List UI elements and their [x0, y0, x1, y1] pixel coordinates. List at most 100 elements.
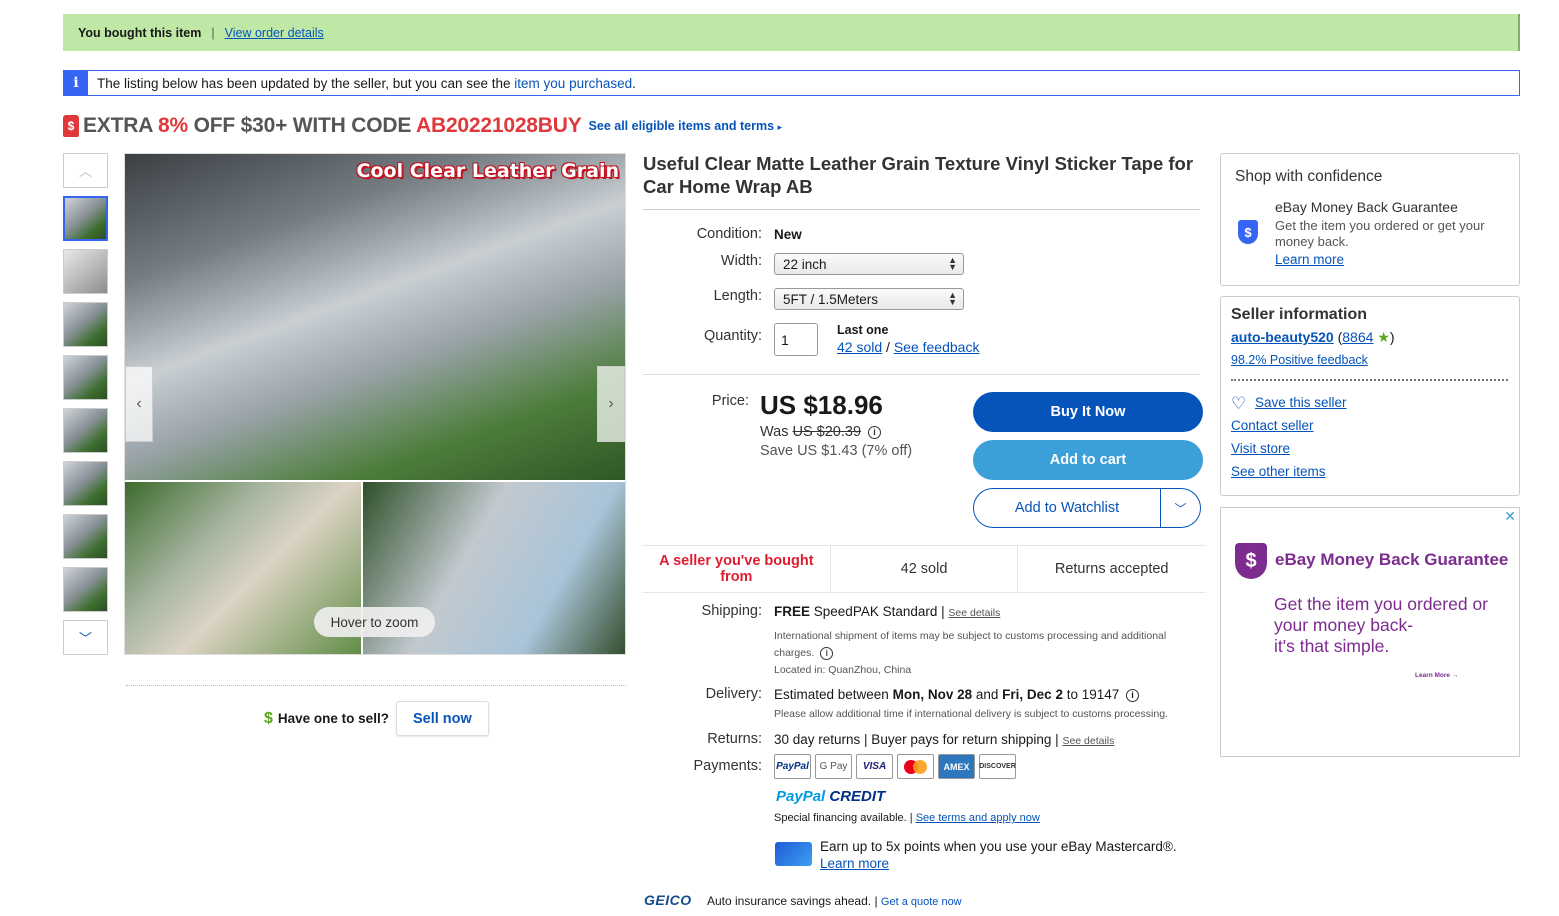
savings-text: Save US $1.43 (7% off) [760, 443, 913, 459]
buy-it-now-button[interactable]: Buy It Now [973, 392, 1203, 432]
thumbnail[interactable] [63, 514, 108, 559]
product-photo-top: Cool Clear Leather Grain [125, 154, 625, 480]
financing-row: Special financing available. | See terms… [774, 812, 1040, 824]
geico-quote-link[interactable]: Get a quote now [881, 896, 962, 908]
confidence-title: Shop with confidence [1235, 168, 1383, 185]
info-icon: i [64, 71, 88, 95]
eligible-items-link[interactable]: See all eligible items and terms ▸ [589, 119, 783, 133]
hover-to-zoom-hint: Hover to zoom [314, 607, 435, 637]
eligible-link-text: See all eligible items and terms [588, 119, 775, 133]
shield-icon: $ [1238, 220, 1258, 244]
financing-text: Special financing available. | [774, 812, 913, 824]
sold-count-link[interactable]: 42 sold [837, 339, 882, 355]
intl-shipping-note: International shipment of items may be s… [774, 628, 1194, 662]
original-price: US $20.39 [792, 424, 862, 440]
thumbnail[interactable] [63, 249, 108, 294]
google-pay-icon: G Pay [815, 754, 852, 779]
add-to-watchlist-button[interactable]: Add to Watchlist [974, 489, 1161, 527]
thumbnail[interactable] [63, 408, 108, 453]
condition-value: New [774, 227, 802, 242]
delivery-text: Estimated between [774, 687, 889, 702]
was-price: Was US $20.39 i [760, 424, 882, 440]
info-icon[interactable]: i [820, 646, 834, 660]
mastercard-icon [897, 754, 934, 779]
shipping-details-link[interactable]: See details [948, 607, 1000, 619]
info-icon[interactable]: i [1126, 688, 1140, 702]
add-to-cart-button[interactable]: Add to cart [973, 440, 1203, 480]
geico-text: Auto insurance savings ahead. | [707, 894, 878, 908]
seller-score-link[interactable]: 8864 [1342, 329, 1373, 345]
thumbnail[interactable] [63, 302, 108, 347]
close-ad-icon[interactable]: ✕ [1504, 508, 1516, 525]
geico-logo: GEICO [644, 892, 692, 908]
mbg-title: eBay Money Back Guarantee [1275, 199, 1458, 215]
item-location: Located in: QuanZhou, China [774, 664, 912, 676]
seller-name-link[interactable]: auto-beauty520 [1231, 329, 1334, 345]
shipping-value: FREE SpeedPAK Standard | See details [774, 604, 1000, 619]
thumb-scroll-up-button[interactable]: ︿ [63, 153, 108, 188]
length-select[interactable]: 5FT / 1.5Meters ▲ ▼ [774, 288, 964, 310]
seller-info-title: Seller information [1231, 306, 1368, 323]
delivery-zip: to 19147 [1066, 687, 1120, 702]
watchlist-button-group: Add to Watchlist ﹀ [973, 488, 1201, 528]
width-label: Width: [720, 253, 762, 269]
paypal-word: PayPal [776, 788, 826, 805]
ad-title: eBay Money Back Guarantee [1275, 550, 1509, 569]
ad-body: Get the item you ordered or your money b… [1274, 594, 1488, 656]
sell-text: Have one to sell? [277, 711, 389, 726]
item-title: Useful Clear Matte Leather Grain Texture… [643, 153, 1194, 197]
returns-details-link[interactable]: See details [1062, 735, 1114, 747]
select-arrows-icon: ▲ ▼ [948, 290, 957, 307]
advertisement[interactable]: ✕ $ eBay Money Back Guarantee Get the it… [1220, 507, 1520, 757]
free-shipping: FREE [774, 604, 811, 619]
geico-row: Auto insurance savings ahead. | Get a qu… [707, 894, 962, 908]
select-arrows-icon: ▲ ▼ [948, 255, 957, 272]
mbg-learn-more-link[interactable]: Learn more [1275, 252, 1344, 267]
promo-percent: 8% [158, 114, 188, 137]
thumbnail[interactable] [63, 461, 108, 506]
promo-extra: EXTRA [83, 114, 153, 137]
positive-feedback-link[interactable]: 98.2% Positive feedback [1231, 353, 1368, 367]
delivery-note: Please allow additional time if internat… [774, 708, 1168, 720]
ebay-mastercard-icon [775, 842, 812, 866]
next-image-button[interactable]: › [597, 366, 625, 442]
thumbnail[interactable] [63, 355, 108, 400]
condition-label: Condition: [696, 226, 762, 242]
thumbnail-strip: ︿ ﹀ [63, 153, 109, 655]
view-order-link[interactable]: View order details [225, 26, 324, 40]
sell-prompt: $ Have one to sell? Sell now [264, 701, 489, 736]
purchased-item-link[interactable]: item you purchased [514, 76, 632, 91]
quantity-input[interactable]: 1 [774, 323, 818, 356]
save-seller-link[interactable]: Save this seller [1255, 395, 1347, 410]
payments-label: Payments: [693, 758, 763, 774]
discover-icon: DISCOVER [979, 754, 1016, 779]
heart-icon[interactable]: ♡ [1231, 394, 1246, 414]
update-notice: i The listing below has been updated by … [63, 70, 1520, 96]
ad-learn-more[interactable]: Learn More → [1415, 672, 1458, 679]
width-select[interactable]: 22 inch ▲ ▼ [774, 253, 964, 275]
image-caption: Cool Clear Leather Grain [356, 160, 619, 182]
shipping-label: Shipping: [701, 603, 762, 619]
payment-methods: PayPal G Pay VISA AMEX DISCOVER [774, 754, 1016, 779]
prev-image-button[interactable]: ‹ [125, 366, 153, 442]
thumbnail[interactable] [63, 196, 108, 241]
contact-seller-link[interactable]: Contact seller [1231, 418, 1314, 433]
main-product-image[interactable]: Cool Clear Leather Grain ‹ › Hover to zo… [124, 153, 626, 655]
visit-store-link[interactable]: Visit store [1231, 441, 1290, 456]
last-one-text: Last one [837, 323, 889, 337]
price-tag-icon: $ [63, 115, 79, 137]
promo-condition: OFF $30+ WITH CODE [193, 114, 412, 137]
quantity-label: Quantity: [703, 328, 762, 344]
mastercard-learn-more-link[interactable]: Learn more [820, 856, 889, 871]
divider [643, 209, 1200, 210]
info-icon[interactable]: i [868, 425, 882, 439]
thumbnail[interactable] [63, 567, 108, 612]
watchlist-dropdown-button[interactable]: ﹀ [1161, 489, 1200, 527]
was-label: Was [760, 424, 789, 440]
sell-now-button[interactable]: Sell now [395, 701, 489, 736]
see-feedback-link[interactable]: See feedback [894, 339, 980, 355]
highlight-seller: A seller you've bought from [643, 546, 831, 592]
see-other-items-link[interactable]: See other items [1231, 464, 1326, 479]
see-terms-link[interactable]: See terms and apply now [916, 812, 1040, 824]
thumb-scroll-down-button[interactable]: ﹀ [63, 620, 108, 655]
